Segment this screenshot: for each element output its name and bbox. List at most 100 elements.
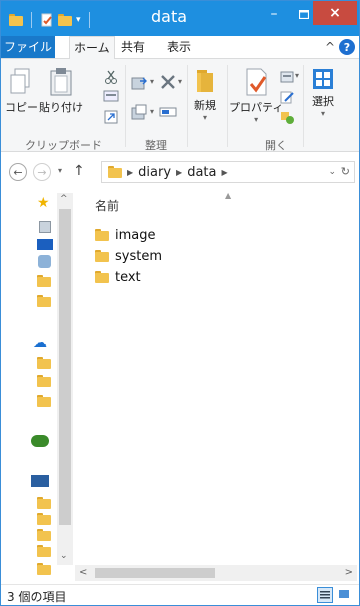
up-button[interactable]: ↑ <box>73 163 85 179</box>
column-header-name[interactable]: 名前 <box>95 197 119 214</box>
new-folder-icon[interactable] <box>58 14 72 26</box>
open-icon[interactable] <box>279 69 295 85</box>
folder-icon[interactable] <box>37 497 51 509</box>
folder-icon[interactable] <box>37 513 51 525</box>
dropdown-arrow-icon[interactable]: ▾ <box>150 107 154 116</box>
navigation-pane-scrollbar[interactable]: ^ ⌄ <box>57 193 73 565</box>
breadcrumb-data[interactable]: data <box>187 165 216 180</box>
paste-shortcut-icon[interactable] <box>103 109 119 125</box>
scrollbar-thumb[interactable] <box>59 209 71 525</box>
dropdown-arrow-icon: ▾ <box>202 113 207 122</box>
move-to-icon[interactable] <box>131 73 149 91</box>
forward-button[interactable]: → <box>33 163 51 181</box>
large-icons-view-button[interactable] <box>337 587 353 603</box>
file-item-system[interactable]: system <box>95 246 162 266</box>
folder-icon <box>95 229 109 241</box>
collapse-ribbon-icon[interactable]: ^ <box>325 40 335 54</box>
scroll-up-arrow-icon[interactable]: ^ <box>60 194 68 204</box>
file-item-text[interactable]: text <box>95 267 141 287</box>
dropdown-arrow-icon: ▾ <box>254 115 259 124</box>
copy-path-icon[interactable] <box>103 89 119 103</box>
copy-to-icon[interactable] <box>131 103 149 121</box>
tab-view[interactable]: 表示 <box>167 36 191 58</box>
customize-dropdown-icon[interactable]: ▾ <box>76 15 81 25</box>
close-button[interactable]: × <box>313 1 357 25</box>
paste-button[interactable]: 貼り付け <box>39 67 83 115</box>
dropdown-arrow-icon: ▾ <box>320 109 325 118</box>
folder-icon[interactable] <box>37 295 51 307</box>
folder-icon[interactable] <box>37 395 51 407</box>
copy-icon <box>10 68 29 94</box>
tab-file[interactable]: ファイル <box>1 36 55 58</box>
ribbon: コピー 貼り付け クリップボード ▾ ▾ ▾ 整理 新規 ▾ プロパティ ▾ ▾… <box>1 59 359 152</box>
chevron-right-icon[interactable]: ▶ <box>221 168 227 177</box>
copy-button[interactable]: コピー <box>5 67 38 115</box>
chevron-right-icon[interactable]: ▶ <box>176 168 182 177</box>
folder-icon[interactable] <box>37 529 51 541</box>
downloads-icon[interactable] <box>39 221 51 233</box>
select-grid-icon <box>313 69 333 89</box>
help-icon[interactable]: ? <box>339 39 355 55</box>
large-icons-view-icon <box>339 590 349 598</box>
computer-icon[interactable] <box>31 475 49 487</box>
folder-icon[interactable] <box>37 545 51 557</box>
homegroup-icon[interactable] <box>31 435 49 447</box>
delete-icon[interactable] <box>159 73 177 91</box>
folder-icon[interactable] <box>37 357 51 369</box>
scroll-down-arrow-icon[interactable]: ⌄ <box>60 551 68 561</box>
folder-icon[interactable] <box>37 563 51 575</box>
horizontal-scrollbar[interactable]: < > <box>75 565 357 581</box>
details-view-button[interactable] <box>317 587 333 603</box>
tab-share[interactable]: 共有 <box>121 36 145 58</box>
details-view-icon <box>320 591 330 599</box>
dropdown-arrow-icon[interactable]: ▾ <box>150 77 154 86</box>
quick-access-toolbar: ▾ <box>9 11 94 29</box>
dropdown-arrow-icon[interactable]: ▾ <box>178 77 182 86</box>
desktop-icon[interactable] <box>37 239 53 250</box>
properties-large-icon <box>246 68 267 96</box>
window-title: data <box>151 7 188 26</box>
address-bar[interactable]: ▶ diary ▶ data ▶ ⌄ ↻ <box>101 161 355 183</box>
toolbar-separator <box>31 12 32 28</box>
paste-icon <box>50 68 72 96</box>
refresh-icon[interactable]: ↻ <box>341 165 350 178</box>
onedrive-cloud-icon[interactable]: ☁ <box>33 335 47 351</box>
scroll-left-arrow-icon[interactable]: < <box>79 567 87 578</box>
group-separator <box>125 65 126 147</box>
favorites-star-icon[interactable]: ★ <box>37 195 50 211</box>
group-separator <box>303 65 304 147</box>
folder-icon[interactable] <box>37 275 51 287</box>
item-count: 3 個の項目 <box>7 590 67 604</box>
file-list: ▲ 名前 image system text <box>75 191 357 565</box>
minimize-button[interactable]: – <box>259 1 289 27</box>
maximize-icon <box>299 9 309 19</box>
group-separator <box>187 65 188 147</box>
group-label-organize: 整理 <box>145 139 167 152</box>
properties-icon[interactable] <box>40 13 54 27</box>
rename-icon[interactable] <box>159 103 177 121</box>
tab-home[interactable]: ホーム <box>69 36 115 59</box>
folder-icon <box>108 166 122 178</box>
ribbon-tabs: ファイル ホーム 共有 表示 ^ ? <box>1 36 359 59</box>
new-button[interactable]: 新規 ▾ <box>191 67 219 122</box>
select-button[interactable]: 選択 ▾ <box>311 67 335 118</box>
breadcrumb-diary[interactable]: diary <box>138 165 171 180</box>
group-label-clipboard: クリップボード <box>25 139 102 152</box>
scrollbar-thumb[interactable] <box>95 568 215 578</box>
chevron-right-icon[interactable]: ▶ <box>127 168 133 177</box>
edit-icon[interactable] <box>279 89 295 105</box>
file-item-image[interactable]: image <box>95 225 156 245</box>
address-dropdown-icon[interactable]: ⌄ <box>328 167 336 177</box>
back-button[interactable]: ← <box>9 163 27 181</box>
folder-icon[interactable] <box>37 375 51 387</box>
scroll-right-arrow-icon[interactable]: > <box>345 567 353 578</box>
new-folder-large-icon <box>197 70 213 92</box>
history-icon[interactable] <box>279 109 295 125</box>
cut-icon[interactable] <box>103 69 119 85</box>
dropdown-arrow-icon[interactable]: ▾ <box>295 71 299 80</box>
properties-button[interactable]: プロパティ ▾ <box>229 67 283 124</box>
folder-icon <box>95 250 109 262</box>
recent-places-icon[interactable] <box>38 255 51 268</box>
group-separator <box>227 65 228 147</box>
recent-locations-icon[interactable]: ▾ <box>58 166 62 175</box>
